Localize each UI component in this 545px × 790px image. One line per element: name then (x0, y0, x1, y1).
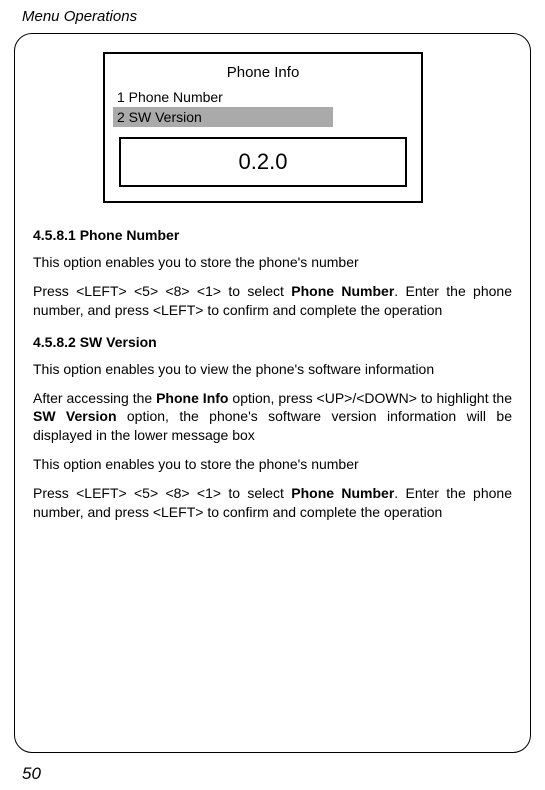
version-display: 0.2.0 (119, 137, 407, 187)
section-heading-phone-number: 4.5.8.1 Phone Number (33, 227, 512, 243)
phone-screen-illustration: Phone Info 1 Phone Number 2 SW Version 0… (103, 52, 423, 203)
menu-item-phone-number: 1 Phone Number (113, 87, 413, 107)
bold-text: Phone Number (291, 485, 394, 501)
page-frame: Phone Info 1 Phone Number 2 SW Version 0… (14, 33, 531, 753)
phone-screen-title: Phone Info (113, 64, 413, 81)
text-fragment: After accessing the (33, 390, 156, 406)
bold-text: Phone Info (156, 390, 228, 406)
text-fragment: option, press <UP>/<DOWN> to highlight t… (228, 390, 512, 406)
bold-text: Phone Number (291, 283, 394, 299)
section-heading-sw-version: 4.5.8.2 SW Version (33, 334, 512, 350)
bold-text: SW Version (33, 408, 117, 424)
page-header: Menu Operations (0, 0, 545, 29)
body-text: This option enables you to view the phon… (33, 360, 512, 379)
page-number: 50 (22, 764, 41, 784)
body-text: Press <LEFT> <5> <8> <1> to select Phone… (33, 282, 512, 320)
body-text: After accessing the Phone Info option, p… (33, 389, 512, 446)
text-fragment: Press <LEFT> <5> <8> <1> to select (33, 283, 291, 299)
body-text: This option enables you to store the pho… (33, 455, 512, 474)
menu-item-sw-version: 2 SW Version (113, 107, 333, 127)
text-fragment: Press <LEFT> <5> <8> <1> to select (33, 485, 291, 501)
body-text: This option enables you to store the pho… (33, 253, 512, 272)
body-text: Press <LEFT> <5> <8> <1> to select Phone… (33, 484, 512, 522)
